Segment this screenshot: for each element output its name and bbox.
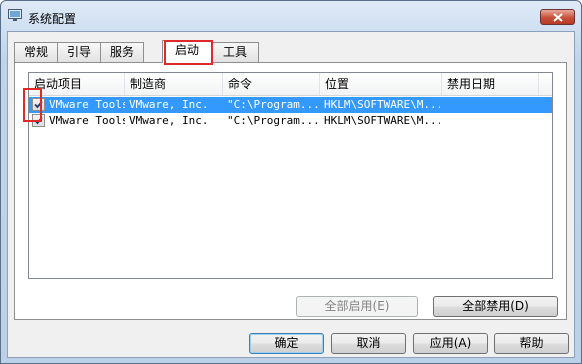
window-title: 系统配置 [28,12,77,26]
close-icon [552,12,563,22]
system-config-icon [8,9,22,21]
startup-item-name: VMware Tools [49,114,125,127]
dialog-client-area: 常规 引导 服务 启动 工具 启动项目 制造商 命令 位置 禁用日期 VMwar… [7,31,575,358]
ok-button[interactable]: 确定 [249,333,324,354]
column-manufacturer[interactable]: 制造商 [125,73,223,95]
column-disabled-date[interactable]: 禁用日期 [442,73,539,95]
column-startup-item[interactable]: 启动项目 [29,73,125,95]
column-command[interactable]: 命令 [223,73,320,95]
startup-item-location: HKLM\SOFTWARE\M... [324,98,440,111]
tab-services[interactable]: 服务 [100,42,144,62]
cancel-button[interactable]: 取消 [331,333,406,354]
checkbox-highlight [23,88,42,122]
startup-item-manufacturer: VMware, Inc. [129,98,209,111]
apply-button[interactable]: 应用(A) [413,333,488,354]
enable-all-button[interactable]: 全部启用(E) [296,296,418,317]
tab-general[interactable]: 常规 [14,42,58,62]
help-button[interactable]: 帮助 [494,333,569,354]
list-item[interactable]: VMware Tools VMware, Inc. "C:\Program...… [29,113,552,129]
title-bar[interactable]: 系统配置 [1,1,581,31]
startup-list[interactable]: 启动项目 制造商 命令 位置 禁用日期 VMware Tools VMware,… [28,72,553,279]
startup-item-command: "C:\Program... [227,98,319,111]
disable-all-button[interactable]: 全部禁用(D) [433,296,558,317]
system-config-window: 系统配置 常规 引导 服务 启动 工具 启动项目 制造商 命令 位置 禁用日期 [0,0,582,364]
startup-item-command: "C:\Program... [227,114,319,127]
close-button[interactable] [540,9,575,25]
startup-item-location: HKLM\SOFTWARE\M... [324,114,440,127]
startup-item-name: VMware Tools [49,98,125,111]
startup-item-manufacturer: VMware, Inc. [129,114,209,127]
column-location[interactable]: 位置 [320,73,442,95]
tab-boot[interactable]: 引导 [57,42,101,62]
list-item[interactable]: VMware Tools VMware, Inc. "C:\Program...… [29,97,552,113]
tab-tools[interactable]: 工具 [211,42,259,62]
startup-panel: 启动项目 制造商 命令 位置 禁用日期 VMware Tools VMware,… [14,62,567,320]
startup-tab-highlight [164,40,213,65]
list-header: 启动项目 制造商 命令 位置 禁用日期 [29,73,552,96]
